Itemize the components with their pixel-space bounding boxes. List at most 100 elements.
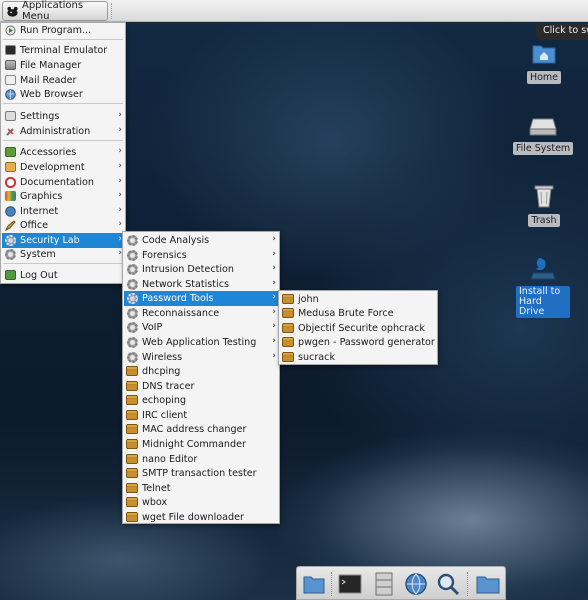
submenu-arrow-icon: › (272, 321, 276, 331)
submenu-arrow-icon: › (118, 161, 122, 171)
menu-item-label: echoping (142, 394, 187, 406)
panel-separator (111, 3, 113, 19)
submenu-item-dhcping[interactable]: dhcping (124, 364, 278, 379)
menu-item-label: Log Out (20, 269, 58, 281)
menu-item-internet[interactable]: Internet › (2, 204, 124, 219)
dock-folder[interactable] (475, 571, 501, 597)
submenu-item-password-tools[interactable]: Password Tools › (124, 291, 278, 306)
submenu-item-nano-editor[interactable]: nano Editor (124, 452, 278, 467)
graphics-icon (4, 191, 16, 202)
home-label: Home (526, 71, 562, 84)
submenu-item-wireless[interactable]: Wireless › (124, 350, 278, 365)
submenu-item-network-statistics[interactable]: Network Statistics › (124, 277, 278, 292)
applications-menu-label: Applications Menu (21, 0, 84, 22)
submenu-item-echoping[interactable]: echoping (124, 393, 278, 408)
gear-icon (126, 249, 138, 261)
dock-search[interactable] (435, 571, 461, 597)
submenu-item-irc-client[interactable]: IRC client (124, 408, 278, 423)
top-panel: Applications Menu (0, 0, 588, 22)
menu-item-settings[interactable]: Settings › (2, 109, 124, 124)
menu-item-development[interactable]: Development › (2, 160, 124, 175)
menu-item-administration[interactable]: Administration › (2, 124, 124, 139)
bottom-dock (296, 566, 506, 600)
menu-item-label: nano Editor (142, 453, 198, 465)
dock-web-browser[interactable] (403, 571, 429, 597)
menu-item-security-lab[interactable]: Security Lab › (2, 233, 124, 248)
menu-item-terminal-emulator[interactable]: Terminal Emulator (2, 43, 124, 58)
gear-icon (126, 351, 138, 363)
submenu-item-john[interactable]: john (280, 292, 436, 307)
security-lab-submenu: Code Analysis › Forensics › Intrusion De… (122, 231, 280, 524)
menu-item-run-program[interactable]: Run Program... (2, 23, 124, 38)
desktop-icon-install[interactable]: Install to Hard Drive (514, 255, 572, 318)
submenu-item-forensics[interactable]: Forensics › (124, 248, 278, 263)
gear-icon (126, 263, 138, 275)
dock-terminal[interactable] (337, 571, 363, 597)
filesystem-label: File System (512, 142, 574, 155)
menu-separator (3, 263, 123, 264)
menu-item-label: john (298, 293, 319, 305)
documentation-icon (4, 176, 16, 188)
submenu-item-medusa-brute-force[interactable]: Medusa Brute Force (280, 306, 436, 321)
logout-icon (4, 270, 16, 281)
submenu-item-voip[interactable]: VoIP › (124, 320, 278, 335)
gear-icon (126, 321, 138, 333)
desktop-icon-home[interactable]: Home (522, 40, 566, 84)
menu-item-graphics[interactable]: Graphics › (2, 189, 124, 204)
submenu-item-wget-file-downloader[interactable]: wget File downloader (124, 510, 278, 525)
menu-item-label: dhcping (142, 365, 181, 377)
dock-show-desktop[interactable] (301, 571, 327, 597)
package-icon (126, 497, 138, 508)
install-drive-icon (530, 258, 556, 280)
gear-icon (126, 307, 138, 319)
submenu-item-smtp-transaction-tester[interactable]: SMTP transaction tester (124, 466, 278, 481)
menu-item-log-out[interactable]: Log Out (2, 268, 124, 283)
submenu-arrow-icon: › (118, 146, 122, 156)
settings-icon (4, 111, 16, 122)
submenu-item-telnet[interactable]: Telnet (124, 481, 278, 496)
submenu-item-ophcrack[interactable]: Objectif Securite ophcrack (280, 321, 436, 336)
submenu-item-midnight-commander[interactable]: Midnight Commander (124, 437, 278, 452)
package-icon (126, 366, 138, 377)
menu-item-file-manager[interactable]: File Manager (2, 58, 124, 73)
menu-item-label: Reconnaissance (142, 307, 220, 319)
menu-item-documentation[interactable]: Documentation › (2, 175, 124, 190)
package-icon (282, 352, 294, 363)
gear-icon (126, 234, 138, 246)
menu-item-label: Accessories (20, 146, 77, 158)
menu-item-label: Midnight Commander (142, 438, 246, 450)
desktop-icon-trash[interactable]: Trash (522, 183, 566, 227)
submenu-item-web-application-testing[interactable]: Web Application Testing › (124, 335, 278, 350)
applications-menu-button[interactable]: Applications Menu (2, 0, 108, 22)
menu-item-office[interactable]: Office › (2, 218, 124, 233)
menu-item-accessories[interactable]: Accessories › (2, 145, 124, 160)
dock-file-manager[interactable] (371, 571, 397, 597)
web-browser-icon (405, 573, 427, 595)
submenu-item-wbox[interactable]: wbox (124, 495, 278, 510)
folder-home-icon (303, 576, 325, 594)
menu-item-label: Graphics (20, 190, 63, 202)
submenu-item-mac-address-changer[interactable]: MAC address changer (124, 422, 278, 437)
menu-item-label: Code Analysis (142, 234, 210, 246)
menu-item-web-browser[interactable]: Web Browser (2, 87, 124, 102)
submenu-item-sucrack[interactable]: sucrack (280, 350, 436, 365)
submenu-item-dns-tracer[interactable]: DNS tracer (124, 379, 278, 394)
submenu-item-intrusion-detection[interactable]: Intrusion Detection › (124, 262, 278, 277)
menu-item-label: VoIP (142, 321, 163, 333)
desktop-icon-filesystem[interactable]: File System (512, 113, 574, 155)
menu-item-mail-reader[interactable]: Mail Reader (2, 73, 124, 88)
file-manager-icon (4, 60, 16, 71)
tooltip: Click to sw (536, 23, 588, 40)
gear-icon (126, 336, 138, 348)
submenu-arrow-icon: › (272, 336, 276, 346)
development-icon (4, 162, 16, 173)
submenu-item-code-analysis[interactable]: Code Analysis › (124, 233, 278, 248)
submenu-arrow-icon: › (272, 307, 276, 317)
package-icon (282, 308, 294, 319)
submenu-item-pwgen[interactable]: pwgen - Password generator (280, 335, 436, 350)
menu-item-label: Development (20, 161, 85, 173)
menu-item-system[interactable]: System › (2, 247, 124, 262)
menu-item-label: Settings (20, 110, 60, 122)
submenu-item-reconnaissance[interactable]: Reconnaissance › (124, 306, 278, 321)
package-icon (126, 512, 138, 523)
